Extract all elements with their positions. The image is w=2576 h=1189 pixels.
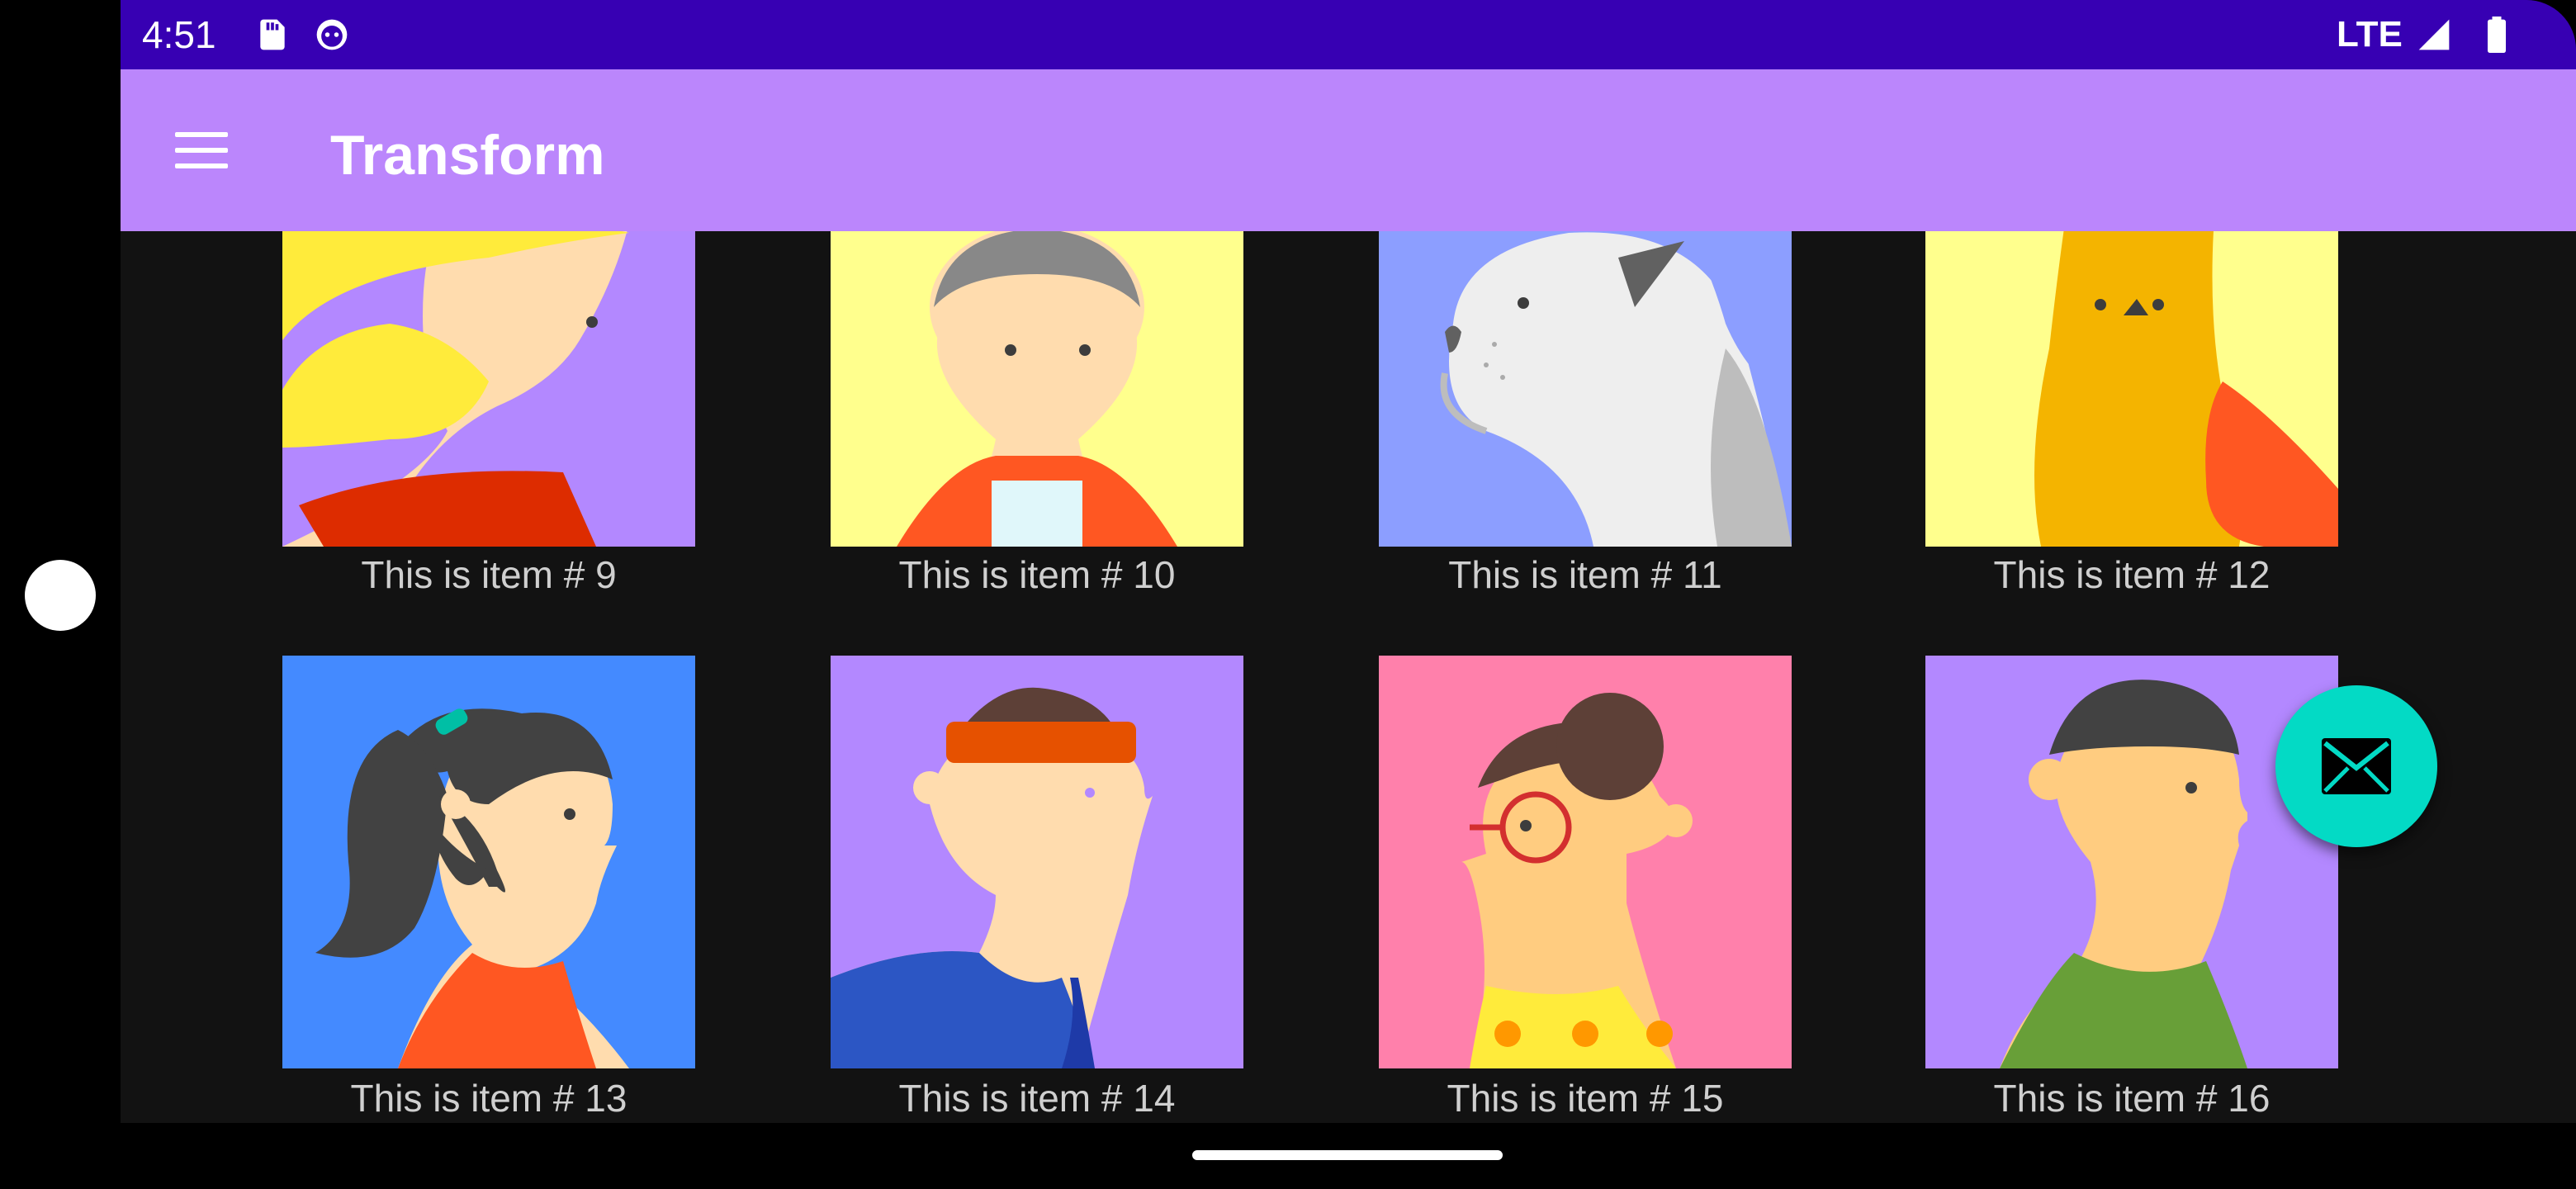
network-type: LTE [2337, 14, 2403, 54]
item-image [282, 231, 695, 547]
item-caption: This is item # 13 [350, 1077, 627, 1120]
item-caption: This is item # 12 [1993, 553, 2271, 596]
item-image [1925, 656, 2338, 1068]
item-image [282, 656, 695, 1068]
device-frame: 4:51 LTE Transform This is item # 9 This… [0, 0, 2576, 1189]
item-caption: This is item # 14 [898, 1077, 1176, 1120]
item-caption: This is item # 10 [898, 553, 1176, 596]
status-bar: 4:51 LTE [121, 0, 2576, 69]
item-grid[interactable]: This is item # 9 This is item # 10 This … [121, 231, 2576, 1123]
item-caption: This is item # 9 [361, 553, 617, 596]
android-debug-icon [316, 19, 348, 50]
app-title: Transform [330, 124, 605, 187]
item-image [1379, 656, 1792, 1068]
item-caption: This is item # 16 [1993, 1077, 2271, 1120]
email-icon [2322, 738, 2391, 794]
top-app-bar: Transform [121, 69, 2576, 231]
hamburger-menu-icon[interactable] [167, 117, 233, 183]
signal-icon [2418, 19, 2450, 50]
item-caption: This is item # 15 [1447, 1077, 1724, 1120]
camera-cutout [25, 560, 96, 631]
item-image [1379, 231, 1792, 547]
status-time: 4:51 [142, 13, 216, 56]
item-image [831, 656, 1243, 1068]
email-fab[interactable] [2275, 685, 2437, 847]
item-caption: This is item # 11 [1448, 553, 1722, 596]
sd-card-icon [260, 19, 285, 50]
battery-icon [2488, 17, 2506, 53]
item-image [1925, 231, 2338, 547]
home-gesture-handle[interactable] [1192, 1150, 1503, 1160]
item-image [831, 231, 1243, 547]
app-screen: 4:51 LTE Transform This is item # 9 This… [121, 0, 2576, 1123]
